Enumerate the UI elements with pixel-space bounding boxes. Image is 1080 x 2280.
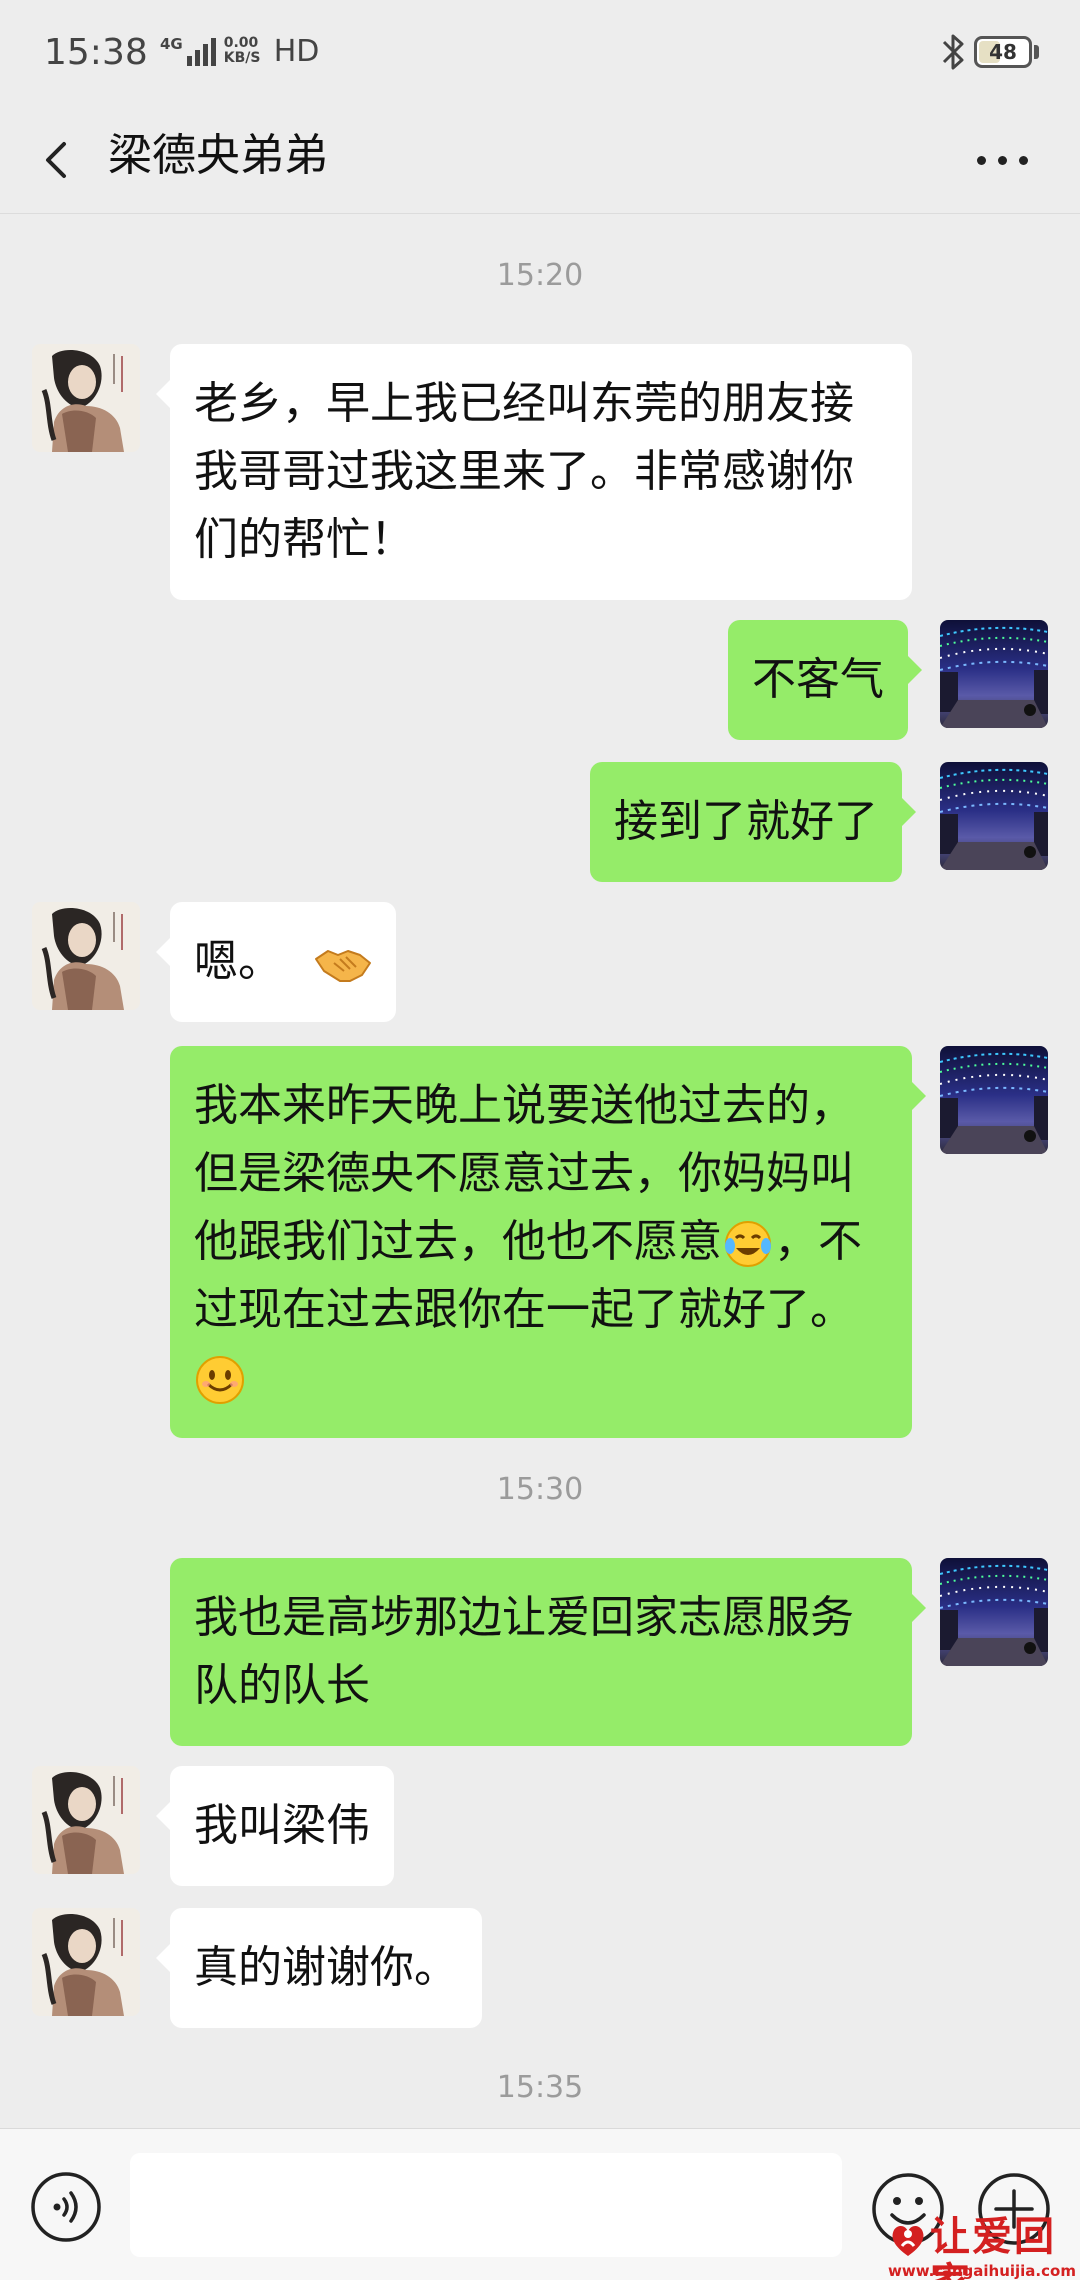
outgoing-message[interactable]: 接到了就好了	[590, 762, 916, 882]
chevron-left-icon[interactable]	[28, 118, 84, 202]
battery-level: 48	[989, 40, 1017, 64]
message-line: 我哥哥过我这里来了。非常感谢你	[194, 446, 854, 497]
network-type: 4G	[160, 35, 183, 53]
message-text: 真的谢谢你。	[194, 1942, 458, 1993]
incoming-message[interactable]: 嗯。	[156, 902, 396, 1022]
message-input[interactable]	[130, 2153, 842, 2257]
voice-icon[interactable]	[30, 2171, 102, 2243]
message-line: 我也是高埗那边让爱回家志愿服务	[194, 1592, 854, 1643]
timestamp: 15:20	[496, 258, 584, 293]
contact-avatar[interactable]	[32, 1908, 140, 2016]
message-text: ，不	[774, 1216, 862, 1267]
network-indicator: 4G 0.00 KB/S HD	[160, 34, 320, 69]
battery-cap	[1034, 45, 1039, 59]
timestamp: 15:35	[496, 2070, 584, 2105]
network-speed: 0.00 KB/S	[224, 36, 270, 66]
outgoing-message[interactable]: 我也是高埗那边让爱回家志愿服务 队的队长	[170, 1558, 926, 1746]
contact-avatar[interactable]	[32, 344, 140, 452]
status-time: 15:38	[44, 32, 148, 73]
message-line: 队的队长	[194, 1660, 370, 1711]
chat-title: 梁德央弟弟	[108, 130, 328, 181]
timestamp: 15:30	[496, 1472, 584, 1507]
status-bar: 15:38 4G 0.00 KB/S HD 48	[0, 0, 1080, 108]
message-line-with-emoji: 他跟我们过去，他也不愿意 ，不	[194, 1208, 888, 1276]
message-line-emoji	[194, 1344, 888, 1412]
message-text: 不客气	[752, 654, 884, 705]
my-avatar[interactable]	[940, 1558, 1048, 1666]
watermark-url: www.rangaihuijia.com	[888, 2262, 1076, 2280]
message-text: 嗯。	[194, 936, 282, 987]
bluetooth-icon	[942, 34, 964, 70]
contact-avatar[interactable]	[32, 902, 140, 1010]
hd-indicator: HD	[273, 34, 320, 69]
outgoing-message[interactable]: 不客气	[728, 620, 922, 740]
message-line: 但是梁德央不愿意过去，你妈妈叫	[194, 1148, 854, 1199]
my-avatar[interactable]	[940, 1046, 1048, 1154]
incoming-message[interactable]: 我叫梁伟	[156, 1766, 394, 1886]
heart-logo-icon	[892, 2226, 924, 2256]
my-avatar[interactable]	[940, 762, 1048, 870]
message-line: 们的帮忙！	[194, 514, 414, 565]
message-line: 过现在过去跟你在一起了就好了。	[194, 1284, 854, 1335]
message-line: 我本来昨天晚上说要送他过去的，	[194, 1080, 854, 1131]
message-text: 我叫梁伟	[194, 1800, 370, 1851]
message-text: 接到了就好了	[614, 796, 878, 847]
my-avatar[interactable]	[940, 620, 1048, 728]
battery-icon: 48	[974, 36, 1032, 68]
signal-icon	[186, 36, 216, 66]
handshake-emoji	[315, 950, 371, 982]
network-speed-value: 0.00	[223, 35, 259, 51]
network-speed-unit: KB/S	[223, 50, 261, 66]
message-line: 老乡，早上我已经叫东莞的朋友接	[194, 378, 854, 429]
incoming-message[interactable]: 老乡，早上我已经叫东莞的朋友接 我哥哥过我这里来了。非常感谢你 们的帮忙！	[156, 344, 912, 600]
chat-header: 梁德央弟弟	[0, 108, 1080, 214]
smile-emoji	[196, 1356, 244, 1404]
outgoing-message[interactable]: 我本来昨天晚上说要送他过去的， 但是梁德央不愿意过去，你妈妈叫 他跟我们过去，他…	[170, 1046, 926, 1438]
more-dots-icon[interactable]	[960, 128, 1044, 192]
incoming-message[interactable]: 真的谢谢你。	[156, 1908, 482, 2028]
laughing-tears-emoji	[725, 1221, 771, 1267]
contact-avatar[interactable]	[32, 1766, 140, 1874]
message-text: 他跟我们过去，他也不愿意	[194, 1216, 722, 1267]
watermark: 让爱回家 www.rangaihuijia.com	[884, 2214, 1080, 2280]
